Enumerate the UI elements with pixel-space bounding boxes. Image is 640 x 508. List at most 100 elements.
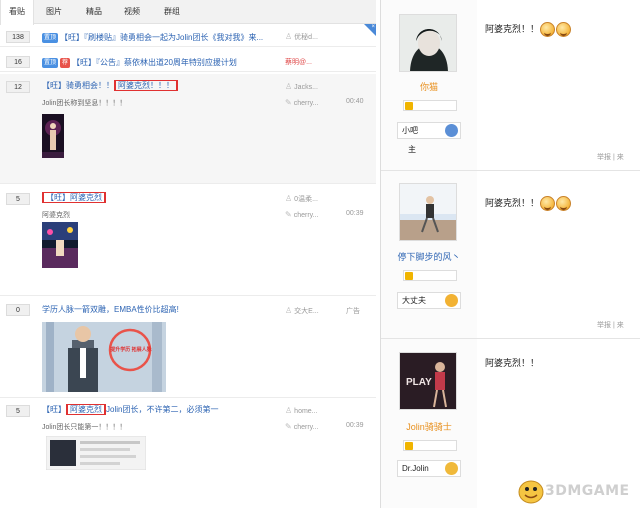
- thread-title[interactable]: 置顶 【旺】『刷楼贴』骑勇相会一起为Jolin团长《我对我》来...: [42, 32, 280, 43]
- person-icon: ♙: [285, 82, 293, 91]
- reply-count: 16: [6, 56, 30, 68]
- svg-text:PLAY: PLAY: [406, 377, 432, 388]
- avatar[interactable]: [399, 183, 457, 241]
- smile-emoji-icon: [540, 196, 556, 212]
- reply-icon: ✎: [285, 422, 292, 431]
- post-content: 阿婆克烈！！: [485, 22, 572, 38]
- thread-row[interactable]: 138 置顶 【旺】『刷楼贴』骑勇相会一起为Jolin团长《我对我》来... ♙ 优…: [0, 27, 376, 47]
- thread-title[interactable]: 置顶荐【旺】『公告』蔡依林出道20周年特别应援计划: [42, 57, 280, 68]
- smile-emoji-icon: [540, 22, 556, 38]
- person-icon: ♙: [285, 406, 293, 415]
- post-content: 阿婆克烈！！: [485, 358, 540, 368]
- tab-videos[interactable]: 视频: [116, 0, 148, 24]
- bar-owner-icon: [445, 124, 458, 137]
- tab-images[interactable]: 图片: [38, 0, 70, 24]
- reply-count: 138: [6, 31, 30, 43]
- tab-featured[interactable]: 精品: [78, 0, 110, 24]
- level-bar: [403, 100, 457, 111]
- highlight-box: 阿婆克烈！！！: [114, 80, 178, 91]
- pinned-badge: 置顶: [42, 57, 59, 68]
- person-icon: ♙: [285, 32, 293, 41]
- username[interactable]: 停下脚步的风丶: [381, 250, 477, 263]
- level-icon: [405, 442, 413, 450]
- smile-emoji-icon: [556, 22, 572, 38]
- report-link[interactable]: 举报 | 来: [597, 152, 624, 162]
- reply-icon: ✎: [285, 98, 292, 107]
- level-bar: [403, 440, 457, 451]
- thread-author[interactable]: ♙ 0温柔...: [285, 194, 347, 204]
- thread-author[interactable]: ♙ 交大E...: [285, 306, 347, 316]
- concert-photo: [42, 114, 64, 158]
- thread-author[interactable]: 蔡明@...: [285, 57, 347, 67]
- thread-snippet: 阿婆克烈: [42, 212, 70, 219]
- thread-thumbnail[interactable]: [42, 222, 78, 268]
- username[interactable]: Jolin骑骑士: [381, 420, 477, 433]
- last-reply-author[interactable]: ✎ cherry...: [285, 422, 347, 431]
- stage-photo: [42, 222, 78, 268]
- reply-count: 5: [6, 405, 30, 417]
- last-reply-author[interactable]: ✎ cherry...: [285, 210, 347, 219]
- level-icon: [405, 272, 413, 280]
- thread-title[interactable]: 【旺】 阿婆克烈 Jolin团长，不许第二，必须第一: [42, 404, 280, 415]
- reply-count: 5: [6, 193, 30, 205]
- thread-author[interactable]: ♙ Jacks...: [285, 82, 347, 91]
- thread-author[interactable]: ♙ 优秘d...: [285, 32, 347, 42]
- badge-suffix: 主: [408, 145, 416, 154]
- last-reply-author[interactable]: ✎ cherry...: [285, 98, 347, 107]
- ad-image: [42, 322, 166, 392]
- smile-emoji-icon: [556, 196, 572, 212]
- highlight-box: 【旺】阿婆克烈: [42, 192, 106, 203]
- reply-count: 12: [6, 81, 30, 93]
- ad-banner-text: 提升学历 拓展人脉: [110, 347, 152, 353]
- person-icon: ♙: [285, 306, 293, 315]
- avatar-image: [400, 15, 456, 71]
- tab-posts[interactable]: 看贴: [0, 0, 34, 25]
- thread-thumbnail[interactable]: [46, 436, 146, 470]
- username[interactable]: 你猫: [381, 80, 477, 93]
- thread-snippet: Jolin团长称到坚息！！！！: [42, 100, 127, 107]
- reply-count: 0: [6, 304, 30, 316]
- thread-author[interactable]: ♙ home...: [285, 406, 347, 415]
- ad-banner[interactable]: 提升学历 拓展人脉: [42, 322, 166, 392]
- post-content: 阿婆克烈！！: [485, 196, 572, 212]
- avatar-image: [400, 184, 456, 240]
- person-icon: ♙: [285, 194, 293, 203]
- thread-row[interactable]: 5 【旺】 阿婆克烈 Jolin团长，不许第二，必须第一 ♙ home... ✎ che…: [0, 400, 376, 504]
- site-watermark: 3DMGAME: [517, 478, 630, 504]
- mascot-logo-icon: [518, 480, 544, 504]
- reply-icon: ✎: [285, 210, 292, 219]
- level-badge-icon: [445, 462, 458, 475]
- thread-title[interactable]: 学历人脉一箭双雕，EMBA性价比超高!: [42, 304, 280, 315]
- thread-row[interactable]: 12 【旺】骑勇相会！！ 阿婆克烈！！！ ♙ Jacks... ✎ cherry...…: [0, 74, 376, 184]
- pinned-badge: 置顶: [42, 32, 59, 43]
- level-icon: [405, 102, 413, 110]
- thread-title[interactable]: 【旺】骑勇相会！！ 阿婆克烈！！！: [42, 80, 272, 91]
- thread-row[interactable]: 16 置顶荐【旺】『公告』蔡依林出道20周年特别应援计划 蔡明@...: [0, 52, 376, 72]
- user-badge[interactable]: 大丈夫: [397, 292, 461, 309]
- watermark-text: 3DMGAME: [545, 483, 630, 499]
- report-link[interactable]: 举报 | 来: [597, 320, 624, 330]
- reply-time: 00:40: [346, 98, 364, 105]
- user-badge[interactable]: 小吧: [397, 122, 461, 139]
- highlight-box: 阿婆克烈: [66, 404, 106, 415]
- reply-time: 00:39: [346, 210, 364, 217]
- ad-label: 广告: [346, 308, 360, 315]
- post-panel: 你猫 小吧 主 阿婆克烈！！ 举报 | 来 停下脚步的风丶 大丈夫 阿婆克烈！！…: [380, 0, 640, 508]
- post-divider: [381, 170, 640, 171]
- thread-thumbnail[interactable]: [42, 114, 64, 158]
- thread-list-panel: 看贴 图片 精品 视频 群组 × 138 置顶 【旺】『刷楼贴』骑勇相会一起为Jo…: [0, 0, 376, 508]
- avatar[interactable]: [399, 14, 457, 72]
- thread-title[interactable]: 【旺】阿婆克烈: [42, 192, 272, 203]
- star-icon: [445, 294, 458, 307]
- tab-groups[interactable]: 群组: [156, 0, 188, 24]
- tab-bar: 看贴 图片 精品 视频 群组: [0, 0, 376, 25]
- avatar-image: PLAY: [400, 353, 456, 409]
- screenshot-image: [46, 436, 146, 470]
- thread-row[interactable]: 5 【旺】阿婆克烈 ♙ 0温柔... ✎ cherry... 00:39 阿婆克烈: [0, 186, 376, 296]
- recommend-badge: 荐: [60, 57, 71, 68]
- user-badge[interactable]: Dr.Jolin: [397, 460, 461, 477]
- avatar[interactable]: PLAY: [399, 352, 457, 410]
- post-divider: [381, 338, 640, 339]
- reply-time: 00:39: [346, 422, 364, 429]
- thread-row-ad[interactable]: 0 学历人脉一箭双雕，EMBA性价比超高! ♙ 交大E... 广告 提升学历 拓展…: [0, 298, 376, 398]
